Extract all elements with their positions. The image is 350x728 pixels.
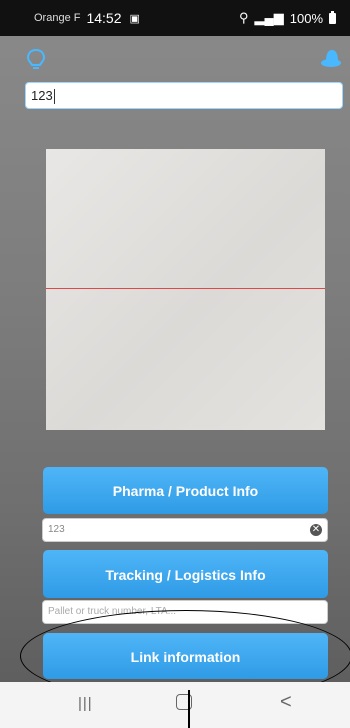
text-caret (53, 89, 55, 105)
battery-level: 100% (289, 10, 323, 26)
status-bar: Orange F 14:52 ▣ ⚲ ▂▄▆ 100% (0, 0, 350, 36)
tracking-logistics-info-button[interactable]: Tracking / Logistics Info (43, 550, 328, 598)
signal-icon: ▂▄▆ (254, 10, 284, 25)
clear-icon[interactable]: ✕ (310, 524, 322, 536)
carrier-label: Orange F (34, 12, 81, 24)
lightbulb-icon[interactable] (26, 48, 46, 77)
status-indicators: ⚲ ▂▄▆ 100% (239, 10, 336, 26)
tracking-field-placeholder: Pallet or truck number, LTA... (48, 606, 177, 617)
clock: 14:52 (86, 10, 122, 26)
hat-icon[interactable] (320, 49, 342, 74)
annotation-pointer-line (188, 690, 190, 728)
pharma-product-info-button[interactable]: Pharma / Product Info (43, 467, 328, 514)
product-field[interactable]: 123 ✕ (42, 518, 328, 542)
scan-line (46, 288, 325, 289)
location-icon: ⚲ (239, 10, 249, 25)
notification-icon: ▣ (129, 12, 140, 25)
back-button[interactable]: < (280, 691, 292, 714)
recent-apps-button[interactable]: ||| (78, 695, 93, 712)
navigation-bar: ||| < (0, 682, 350, 728)
code-input-value: 123 (31, 88, 53, 103)
battery-icon (329, 10, 336, 24)
tracking-field[interactable]: Pallet or truck number, LTA... (42, 600, 328, 624)
home-button[interactable] (176, 694, 192, 710)
code-input[interactable]: 123 (25, 82, 343, 109)
link-information-button[interactable]: Link information (43, 633, 328, 679)
camera-scan-window (46, 149, 325, 430)
product-field-value: 123 (48, 524, 65, 535)
